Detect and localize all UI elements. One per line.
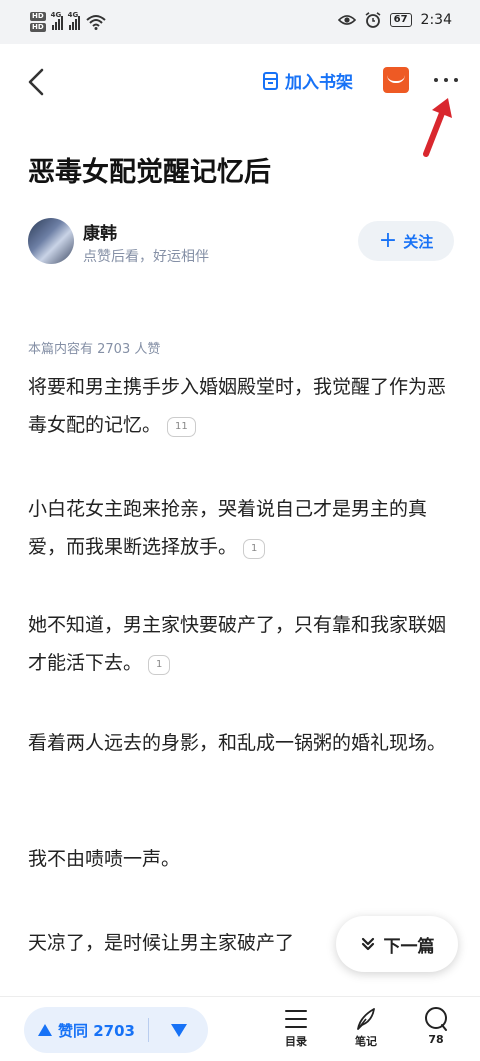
triangle-down-icon: [170, 1023, 187, 1037]
hd-indicators: HD HD: [30, 12, 46, 32]
likes-note: 本篇内容有 2703 人赞: [28, 342, 161, 357]
top-nav-bar: 加入书架: [0, 44, 480, 120]
author-name[interactable]: 康韩: [83, 219, 117, 244]
paragraph: 小白花女主跑来抢亲，哭着说自己才是男主的真爱，而我果断选择放手。 1: [28, 490, 448, 566]
paragraph-text: 天凉了，是时候让男主家破产了: [28, 932, 295, 954]
paragraph: 将要和男主携手步入婚姻殿堂时，我觉醒了作为恶毒女配的记忆。 11: [28, 368, 448, 444]
status-time: 2:34: [420, 12, 452, 28]
bottom-bar: 赞同 2703 目录 笔记 78: [0, 996, 480, 1061]
downvote-button[interactable]: [149, 1023, 208, 1037]
paragraph: 我不由啧啧一声。: [28, 840, 448, 878]
next-article-label: 下一篇: [383, 936, 435, 957]
red-packet-icon[interactable]: [383, 67, 409, 93]
bookshelf-icon: [263, 71, 278, 90]
author-avatar[interactable]: [28, 218, 74, 264]
paragraph-text: 将要和男主携手步入婚姻殿堂时，我觉醒了作为恶毒女配的记忆。: [28, 376, 447, 436]
comment-ref-badge[interactable]: 1: [243, 539, 266, 559]
back-arrow-icon[interactable]: [18, 62, 58, 102]
alarm-icon: [365, 12, 381, 28]
author-row: 康韩 点赞后看，好运相伴 + 关注: [28, 218, 458, 270]
add-to-shelf-label: 加入书架: [285, 73, 353, 93]
quill-icon: [357, 1008, 375, 1030]
comment-bubble-icon: [425, 1007, 447, 1031]
comment-ref-badge[interactable]: 11: [167, 417, 196, 437]
triangle-up-icon: [38, 1024, 52, 1036]
paragraph-text: 小白花女主跑来抢亲，哭着说自己才是男主的真爱，而我果断选择放手。: [28, 498, 428, 558]
add-to-shelf-button[interactable]: 加入书架: [262, 68, 353, 93]
follow-button[interactable]: + 关注: [358, 221, 454, 261]
status-left: HD HD 4G 4G: [30, 11, 106, 32]
paragraph: 看着两人远去的身影，和乱成一锅粥的婚礼现场。: [28, 724, 448, 762]
comment-ref-badge[interactable]: 1: [148, 655, 171, 675]
paragraph-text: 我不由啧啧一声。: [28, 848, 181, 870]
notes-button[interactable]: 笔记: [344, 1007, 388, 1049]
eye-icon: [337, 15, 356, 25]
toc-label: 目录: [285, 1035, 307, 1048]
dot-icon: [444, 78, 448, 82]
paragraph-text: 看着两人远去的身影，和乱成一锅粥的婚礼现场。: [28, 732, 447, 754]
status-bar: HD HD 4G 4G 67 2:34: [0, 0, 480, 44]
battery-indicator: 67: [389, 13, 412, 27]
dot-icon: [434, 78, 438, 82]
notes-label: 笔记: [355, 1035, 377, 1048]
hd-badge: HD: [30, 23, 46, 32]
signal-icon: 4G: [50, 11, 63, 30]
toc-button[interactable]: 目录: [274, 1007, 318, 1049]
next-article-button[interactable]: 下一篇: [336, 916, 458, 972]
hd-badge: HD: [30, 12, 46, 21]
vote-control: 赞同 2703: [24, 1007, 208, 1053]
comments-count: 78: [428, 1033, 444, 1046]
status-right: 67 2:34: [337, 12, 452, 28]
signal-icon: 4G: [67, 11, 80, 30]
comments-button[interactable]: 78: [414, 1007, 458, 1046]
dot-icon: [454, 78, 458, 82]
paragraph-text: 她不知道，男主家快要破产了，只有靠和我家联姻才能活下去。: [28, 614, 447, 674]
author-signature: 点赞后看，好运相伴: [83, 249, 209, 265]
menu-list-icon: [285, 1010, 307, 1028]
wifi-icon: [86, 15, 106, 30]
network-type: 4G: [67, 11, 79, 19]
follow-label: 关注: [403, 232, 434, 251]
upvote-label: 赞同 2703: [58, 1021, 135, 1040]
upvote-button[interactable]: 赞同 2703: [24, 1020, 148, 1041]
annotation-arrow-icon: [423, 98, 452, 157]
network-type: 4G: [50, 11, 62, 19]
double-chevron-down-icon: [361, 937, 374, 951]
plus-icon: +: [378, 228, 398, 253]
paragraph: 她不知道，男主家快要破产了，只有靠和我家联姻才能活下去。 1: [28, 606, 448, 682]
more-options-button[interactable]: [428, 74, 464, 86]
article-title: 恶毒女配觉醒记忆后: [28, 157, 271, 188]
